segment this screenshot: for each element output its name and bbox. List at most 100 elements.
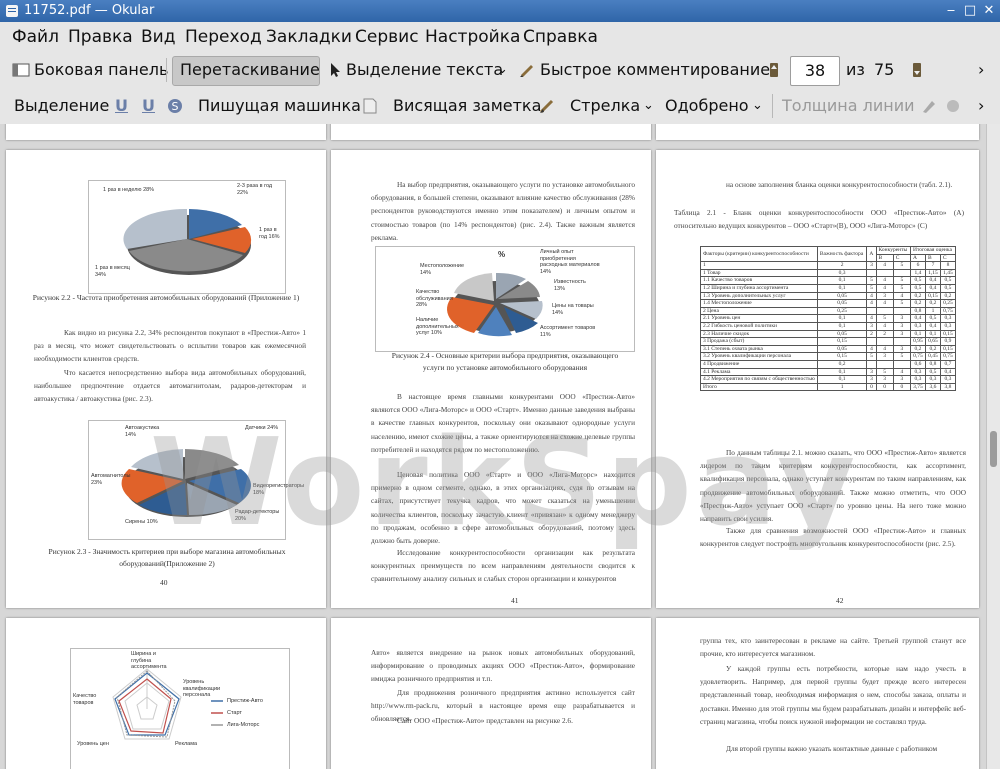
menu-go[interactable]: Переход: [185, 27, 262, 47]
table-cell: 0,5: [909, 276, 926, 285]
table-row: Итого 1 0 0 0 3,75 3,6 3,8: [700, 382, 957, 392]
legend-item: Престиж-Авто: [227, 698, 263, 704]
go-down-icon[interactable]: [908, 61, 926, 79]
color-icon[interactable]: [920, 97, 938, 115]
table-row: 3.2 Уровень квалификации персонала 0,15 5 3…: [700, 352, 957, 361]
table-cell: 0: [892, 382, 911, 392]
table-cell: 0,8: [909, 306, 926, 316]
table-cell: 5: [892, 276, 911, 285]
table-cell: 0,3: [939, 314, 957, 323]
table-cell: 3.1 Степень охвата рынка: [700, 344, 818, 354]
table-cell: 8: [939, 261, 957, 270]
figure-caption: Рисунок 2.3 - Значимость критериев при в…: [48, 547, 286, 568]
table-cell: 5: [892, 299, 911, 308]
radar-chart-competitiveness: Ширина и глубина ассортимента Уровень кв…: [70, 648, 290, 769]
table-cell: 0,2: [909, 299, 926, 308]
table-cell: 0,3: [924, 375, 941, 384]
table-cell: 2.1 Уровень цен: [700, 314, 818, 323]
pie-label: Сирены 10%: [125, 519, 158, 525]
table-cell: 0,15: [939, 344, 957, 354]
table-cell: 0,15: [816, 337, 868, 346]
typewriter-button[interactable]: Пишущая машинка: [198, 96, 361, 115]
paragraph: Сайт ООО «Престиж-Авто» представлен на р…: [397, 716, 573, 725]
table-header-cell: B: [875, 253, 894, 263]
table-cell: 0,2: [924, 344, 941, 354]
quick-annotate-button[interactable]: Быстрое комментирование: [540, 60, 770, 79]
table-cell: 4: [892, 367, 911, 377]
chevron-down-icon[interactable]: ⌄: [643, 98, 654, 113]
highlight-button[interactable]: Выделение: [14, 96, 109, 115]
table-cell: 5: [892, 261, 911, 270]
table-cell: [892, 306, 911, 316]
document-viewport[interactable]: 1 раз в неделю 28% 2-3 раза в год 22% 1 …: [0, 124, 986, 769]
table-cell: 5: [866, 276, 877, 285]
table-cell: 4: [892, 291, 911, 301]
chevron-down-icon[interactable]: ⌄: [752, 98, 763, 113]
pie-label: 1 раз в неделю 28%: [103, 187, 155, 193]
table-cell: 0,3: [909, 375, 926, 384]
pie-label: Личный опыт приобретения расходных матер…: [540, 249, 600, 275]
table-header-cell: Итоговая оценка: [909, 246, 957, 255]
toolbar-separator: [772, 94, 773, 118]
table-cell: [892, 359, 911, 369]
menu-view[interactable]: Вид: [141, 27, 175, 47]
table-row: 4.2 Мероприятия по связям с общественнос…: [700, 375, 957, 384]
stamp-approved-button[interactable]: Одобрено: [665, 96, 749, 115]
pie-label: Известность 13%: [554, 279, 586, 292]
text-select-button[interactable]: Выделение текста: [346, 60, 503, 79]
line-width-button[interactable]: Толщина линии: [782, 96, 915, 115]
menu-edit[interactable]: Правка: [68, 27, 133, 47]
toolbar-overflow-icon[interactable]: ›: [978, 60, 984, 79]
main-toolbar: Боковая панель Перетаскивание Выделение …: [0, 52, 1000, 88]
pie-chart-frequency: 1 раз в неделю 28% 2-3 раза в год 22% 1 …: [88, 180, 286, 294]
table-cell: 0,75: [939, 306, 957, 316]
table-cell: 4: [875, 321, 894, 331]
paragraph: По данным таблицы 2.1. можно сказать, чт…: [700, 448, 966, 524]
vertical-scrollbar[interactable]: [986, 124, 1000, 769]
table-cell: 2: [866, 329, 877, 339]
font-icon[interactable]: [944, 97, 962, 115]
menu-bookmarks[interactable]: Закладки: [266, 27, 352, 47]
page-number: 42: [836, 596, 844, 605]
arrow-button[interactable]: Стрелка: [570, 96, 640, 115]
toolbar-overflow-icon[interactable]: ›: [978, 96, 984, 115]
paragraph: Также для сравнения возможностей ООО «Пр…: [700, 526, 966, 549]
underline-icon[interactable]: U: [115, 96, 128, 115]
table-cell: 1,4: [909, 268, 926, 278]
paragraph: Ценовая политика ООО «Старт» и ООО «Лига…: [371, 470, 635, 546]
menu-help[interactable]: Справка: [523, 27, 598, 47]
go-up-icon[interactable]: [765, 61, 783, 79]
table-row: 2.3 Наличие скидок 0,05 2 2 3 0,1 0,1 0,15: [700, 329, 957, 339]
pie-label: Автоакустика 14%: [125, 425, 160, 438]
table-cell: 3: [866, 367, 877, 377]
scrollbar-thumb[interactable]: [990, 431, 997, 467]
table-row: 3.1 Степень охвата рынка 0,05 4 4 3 0,2 0,2 0,1…: [700, 344, 957, 354]
table-cell: 0,95: [909, 337, 926, 346]
minimize-icon[interactable]: ‒: [942, 2, 960, 20]
table-cell: 0,9: [939, 337, 957, 346]
sticky-note-button[interactable]: Висящая заметка: [393, 96, 541, 115]
close-icon[interactable]: ✕: [980, 2, 998, 20]
sidebar-toggle-button[interactable]: Боковая панель: [34, 60, 168, 79]
table-cell: [875, 359, 894, 369]
strikeout-icon[interactable]: S: [166, 97, 184, 115]
menu-file[interactable]: Файл: [12, 27, 59, 47]
table-cell: 0,2: [909, 344, 926, 354]
table-cell: 2: [875, 329, 894, 339]
maximize-icon[interactable]: □: [961, 2, 979, 20]
table-header-cell: A: [909, 253, 926, 263]
page-number-input[interactable]: 38: [790, 56, 840, 86]
arrow-tool-icon: [539, 99, 554, 114]
table-cell: 3,75: [909, 382, 926, 392]
table-cell: 4: [866, 299, 877, 308]
table-cell: 5: [892, 283, 911, 293]
squiggly-icon[interactable]: U: [142, 96, 155, 115]
table-cell: 0,5: [909, 283, 926, 293]
chevron-down-icon[interactable]: ⌄: [497, 62, 508, 77]
menu-tools[interactable]: Сервис: [355, 27, 419, 47]
pie-label: Видеорегистраторы 18%: [253, 483, 305, 496]
table-cell: 0,05: [816, 299, 868, 308]
page-43: Ширина и глубина ассортимента Уровень кв…: [6, 618, 326, 769]
table-cell: 3: [866, 321, 877, 331]
menu-settings[interactable]: Настройка: [425, 27, 520, 47]
